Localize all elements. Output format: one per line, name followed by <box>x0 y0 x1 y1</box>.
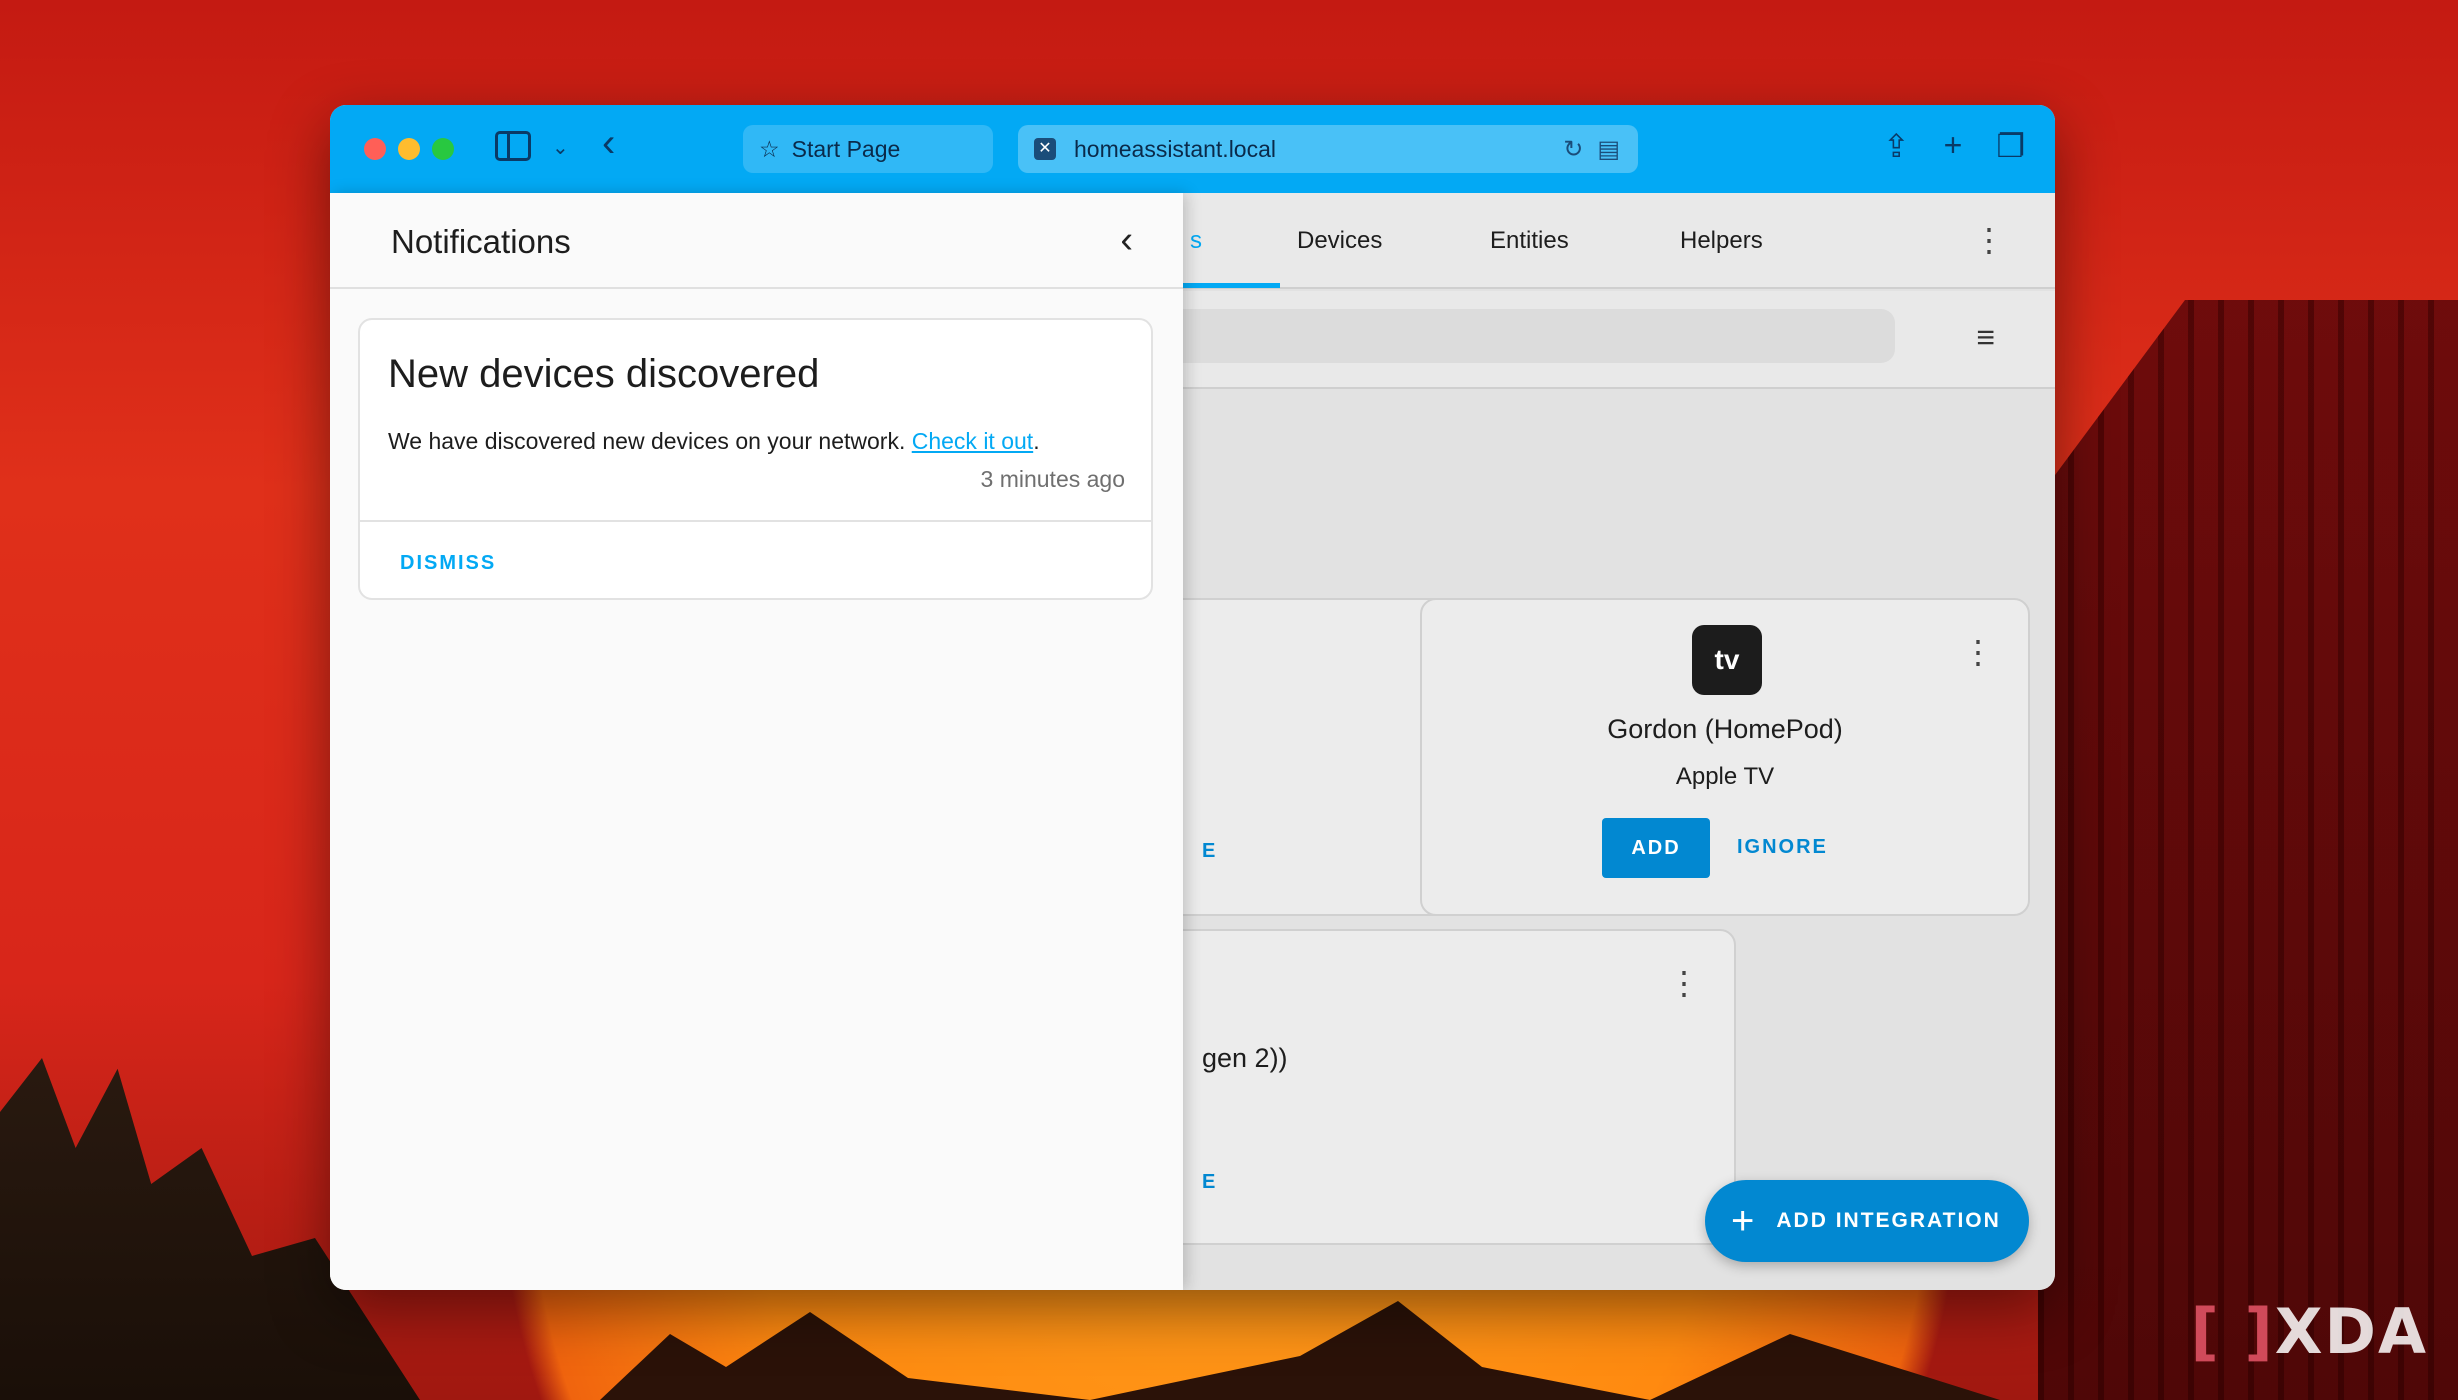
new-tab-icon[interactable]: + <box>1944 127 1963 165</box>
close-drawer-chevron-icon[interactable]: ‹ <box>1120 219 1133 262</box>
ignore-button[interactable]: IGNORE <box>1737 836 1828 859</box>
tab-start-page[interactable]: ☆ Start Page <box>743 125 993 173</box>
close-window-button[interactable] <box>364 138 386 160</box>
window-controls <box>364 138 454 160</box>
divider <box>360 520 1151 522</box>
add-integration-button[interactable]: + ADD INTEGRATION <box>1705 1180 2029 1262</box>
check-it-out-link[interactable]: Check it out <box>912 428 1033 454</box>
chevron-down-icon[interactable]: ⌄ <box>552 135 569 160</box>
minimize-window-button[interactable] <box>398 138 420 160</box>
reader-icon[interactable]: ▤ <box>1597 135 1620 164</box>
notifications-drawer: Notifications ‹ New devices discovered W… <box>330 193 1183 1290</box>
dismiss-button[interactable]: DISMISS <box>400 552 496 575</box>
url-text: homeassistant.local <box>1074 135 1276 162</box>
ignore-link[interactable]: E <box>1202 1171 1215 1194</box>
zoom-window-button[interactable] <box>432 138 454 160</box>
overflow-menu-icon[interactable]: ⋮ <box>1973 221 2005 259</box>
browser-window: ⌄ ‹ ☆ Start Page ✕ homeassistant.local ↻… <box>330 105 2055 1290</box>
tab-homeassistant[interactable]: ✕ homeassistant.local ↻ ▤ <box>1018 125 1638 173</box>
sidebar-toggle-icon[interactable] <box>495 131 531 161</box>
toolbar-right: ⇪ + ❐ <box>1883 127 2025 165</box>
discovered-card: ⋮ gen 2)) E <box>1100 929 1736 1245</box>
discovered-card-appletv: ⋮ tv Gordon (HomePod) Apple TV ADD IGNOR… <box>1420 598 2030 916</box>
drawer-header: Notifications ‹ <box>330 193 1183 289</box>
search-input[interactable] <box>1150 309 1895 363</box>
drawer-title: Notifications <box>391 223 571 260</box>
ignore-link[interactable]: E <box>1202 840 1215 863</box>
tab-devices[interactable]: Devices <box>1297 227 1382 255</box>
wallpaper-building <box>2038 300 2458 1400</box>
card-menu-icon[interactable]: ⋮ <box>1962 636 1994 668</box>
xda-watermark: [ ]XDA <box>2190 1295 2428 1368</box>
card-title: Gordon (HomePod) <box>1607 714 1843 744</box>
wallpaper-trees-bottom <box>600 1301 2000 1400</box>
favicon-icon: ✕ <box>1034 138 1056 160</box>
tab-helpers[interactable]: Helpers <box>1680 227 1763 255</box>
tab-overview-icon[interactable]: ❐ <box>1996 127 2025 165</box>
back-button[interactable]: ‹ <box>602 121 615 166</box>
tab-label: Start Page <box>791 135 901 162</box>
apple-tv-icon: tv <box>1692 625 1762 695</box>
tab-entities[interactable]: Entities <box>1490 227 1569 255</box>
reload-icon[interactable]: ↻ <box>1563 135 1583 164</box>
browser-toolbar: ⌄ ‹ ☆ Start Page ✕ homeassistant.local ↻… <box>330 105 2055 193</box>
card-subtitle: Apple TV <box>1675 763 1775 790</box>
card-title: gen 2)) <box>1202 1043 1288 1073</box>
notification-message: We have discovered new devices on your n… <box>388 428 1040 454</box>
notification-time: 3 minutes ago <box>980 466 1125 492</box>
share-icon[interactable]: ⇪ <box>1883 127 1910 165</box>
plus-icon: + <box>1731 1198 1755 1243</box>
tab-integrations[interactable]: s <box>1190 227 1202 255</box>
card-menu-icon[interactable]: ⋮ <box>1668 967 1700 999</box>
active-tab-indicator <box>1180 283 1280 288</box>
notification-card: New devices discovered We have discovere… <box>358 318 1153 600</box>
star-icon: ☆ <box>759 135 780 162</box>
add-button[interactable]: ADD <box>1602 818 1710 878</box>
fab-label: ADD INTEGRATION <box>1776 1209 2001 1232</box>
notification-title: New devices discovered <box>388 352 820 396</box>
url-actions: ↻ ▤ <box>1563 135 1620 164</box>
filter-icon[interactable]: ≡ <box>1976 319 1995 356</box>
